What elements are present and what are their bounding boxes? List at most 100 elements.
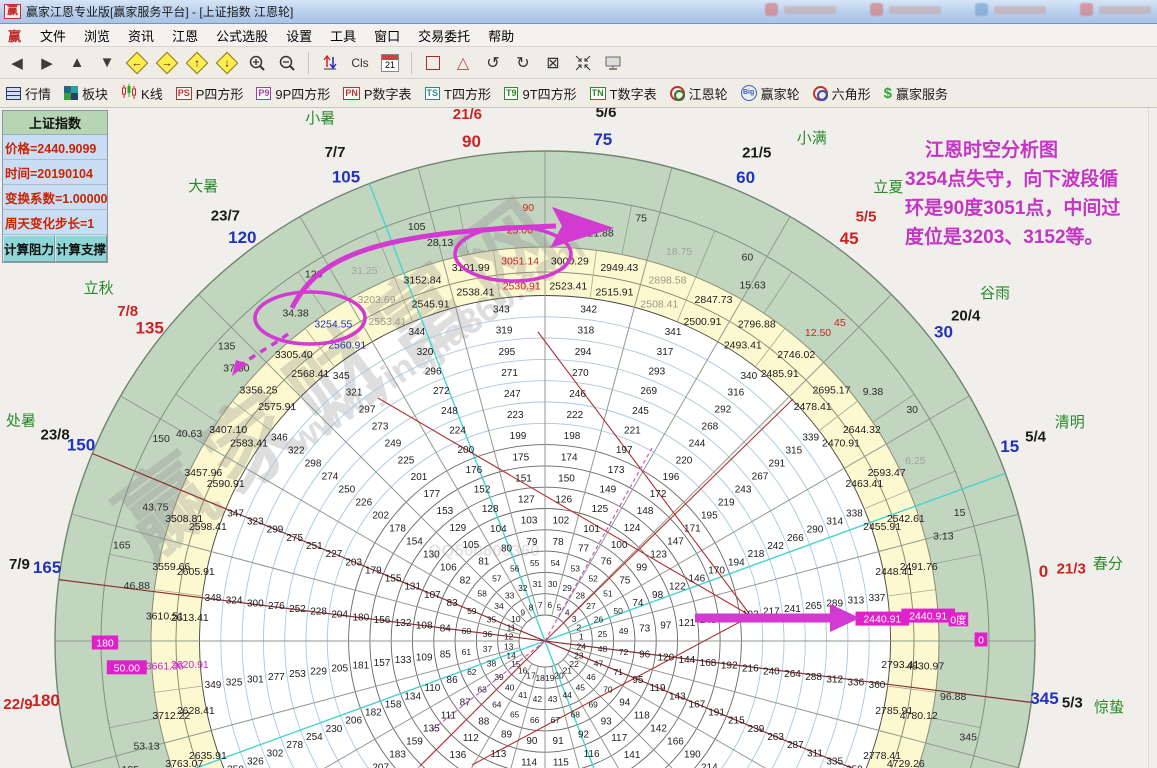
view-label: 9T四方形 (522, 84, 576, 103)
collapse-icon[interactable] (572, 52, 594, 74)
menu-item-9[interactable]: 帮助 (479, 24, 523, 47)
menu-item-3[interactable]: 江恩 (163, 24, 207, 47)
svg-text:343: 343 (493, 305, 510, 316)
time-value: 时间=20190104 (3, 160, 107, 185)
rotate-ccw-icon[interactable]: ↺ (482, 52, 504, 74)
svg-text:2440.91: 2440.91 (863, 614, 901, 626)
svg-text:200: 200 (457, 445, 474, 456)
triangle-tool-icon[interactable]: △ (452, 52, 474, 74)
svg-text:6.25: 6.25 (905, 455, 926, 467)
svg-text:3051.14: 3051.14 (501, 255, 539, 267)
view-button-江恩轮[interactable]: 江恩轮 (670, 84, 728, 103)
svg-text:61: 61 (462, 647, 472, 657)
svg-text:154: 154 (406, 536, 423, 547)
view-button-六角形[interactable]: 六角形 (813, 84, 871, 103)
svg-text:5: 5 (557, 603, 562, 613)
svg-text:205: 205 (331, 664, 348, 675)
svg-text:300: 300 (247, 598, 264, 609)
svg-text:269: 269 (640, 386, 657, 397)
svg-text:31: 31 (533, 579, 543, 589)
view-button-赢家服务[interactable]: $赢家服务 (884, 84, 948, 103)
nav-left-button[interactable]: ◀ (6, 52, 28, 74)
menu-item-2[interactable]: 资讯 (119, 24, 163, 47)
view-button-9P四方形[interactable]: P99P四方形 (256, 84, 330, 103)
nav-down-button[interactable]: ▼ (96, 52, 118, 74)
svg-text:125: 125 (591, 504, 608, 515)
calc-resistance-button[interactable]: 计算阻力 (3, 235, 55, 262)
menu-item-4[interactable]: 公式选股 (207, 24, 277, 47)
svg-text:108: 108 (416, 621, 433, 632)
svg-text:150: 150 (152, 433, 170, 445)
view-button-板块[interactable]: 板块 (64, 84, 108, 103)
calendar-icon[interactable]: 21 (379, 52, 401, 74)
nav-up-button[interactable]: ▲ (66, 52, 88, 74)
shift-up-button[interactable]: ↑ (186, 52, 208, 74)
svg-text:2553.41: 2553.41 (369, 316, 407, 328)
svg-text:31.25: 31.25 (351, 265, 377, 277)
svg-text:195: 195 (122, 764, 140, 768)
gann-wheel-canvas[interactable]: 赢家财富网 www.yingjia360.com QQ5008003601234… (0, 0, 1157, 768)
menu-item-7[interactable]: 窗口 (365, 24, 409, 47)
time-axis-icon[interactable] (319, 52, 341, 74)
view-button-行情[interactable]: 行情 (6, 84, 51, 103)
screen-icon[interactable] (602, 52, 624, 74)
svg-text:3610.51: 3610.51 (146, 611, 184, 623)
shift-right-button[interactable]: → (156, 52, 178, 74)
cls-button[interactable]: Cls (349, 52, 371, 74)
svg-text:109: 109 (416, 652, 433, 663)
view-label: 行情 (25, 84, 51, 103)
svg-text:103: 103 (521, 516, 538, 527)
view-button-P四方形[interactable]: PSP四方形 (176, 84, 244, 103)
svg-text:149: 149 (600, 485, 617, 496)
nav-right-button[interactable]: ▶ (36, 52, 58, 74)
dollar-icon: $ (884, 85, 892, 102)
svg-text:181: 181 (352, 661, 369, 672)
svg-text:317: 317 (657, 347, 674, 358)
price-value: 价格=2440.9099 (3, 135, 107, 160)
svg-text:131: 131 (404, 582, 421, 593)
rotate-cw-icon[interactable]: ↻ (512, 52, 534, 74)
square-tool-icon[interactable] (422, 52, 444, 74)
view-label: 赢家轮 (761, 84, 800, 103)
svg-text:105: 105 (332, 168, 360, 187)
svg-text:100: 100 (611, 540, 628, 551)
view-button-T四方形[interactable]: TST四方形 (425, 84, 491, 103)
zoom-out-icon[interactable] (276, 52, 298, 74)
svg-text:165: 165 (33, 558, 61, 577)
svg-text:2575.91: 2575.91 (258, 401, 296, 413)
svg-text:立秋: 立秋 (84, 280, 114, 297)
shift-down-button[interactable]: ↓ (216, 52, 238, 74)
svg-text:29: 29 (562, 583, 572, 593)
svg-text:99: 99 (636, 562, 648, 573)
view-label: P数字表 (364, 84, 412, 103)
svg-text:22/9: 22/9 (3, 696, 32, 713)
window-title: 赢家江恩专业版[赢家服务平台] - [上证指数 江恩轮] (26, 3, 293, 20)
view-button-K线[interactable]: K线 (121, 84, 163, 103)
svg-text:92: 92 (578, 729, 590, 740)
view-button-赢家轮[interactable]: Big赢家轮 (741, 84, 800, 103)
svg-text:127: 127 (518, 495, 535, 506)
select-region-icon[interactable]: ⊠ (542, 52, 564, 74)
view-button-9T四方形[interactable]: T99T四方形 (504, 84, 577, 103)
svg-text:30: 30 (548, 579, 558, 589)
menu-item-5[interactable]: 设置 (277, 24, 321, 47)
svg-text:324: 324 (226, 596, 243, 607)
svg-text:3457.96: 3457.96 (184, 467, 222, 479)
view-button-T数字表[interactable]: TNT数字表 (590, 84, 657, 103)
svg-text:273: 273 (372, 422, 389, 433)
svg-text:小满: 小满 (797, 130, 827, 147)
svg-text:111: 111 (441, 711, 457, 722)
menu-item-6[interactable]: 工具 (321, 24, 365, 47)
view-button-P数字表[interactable]: PNP数字表 (343, 84, 411, 103)
shift-left-button[interactable]: ← (126, 52, 148, 74)
menu-item-0[interactable]: 文件 (31, 24, 75, 47)
zoom-in-icon[interactable] (246, 52, 268, 74)
calc-support-button[interactable]: 计算支撑 (55, 235, 107, 262)
svg-text:2538.41: 2538.41 (457, 286, 495, 298)
svg-text:8: 8 (529, 603, 534, 613)
svg-text:349: 349 (205, 680, 222, 691)
menu-item-1[interactable]: 浏览 (75, 24, 119, 47)
menu-item-8[interactable]: 交易委托 (409, 24, 479, 47)
svg-text:3.13: 3.13 (933, 531, 954, 543)
svg-text:180: 180 (352, 612, 369, 623)
